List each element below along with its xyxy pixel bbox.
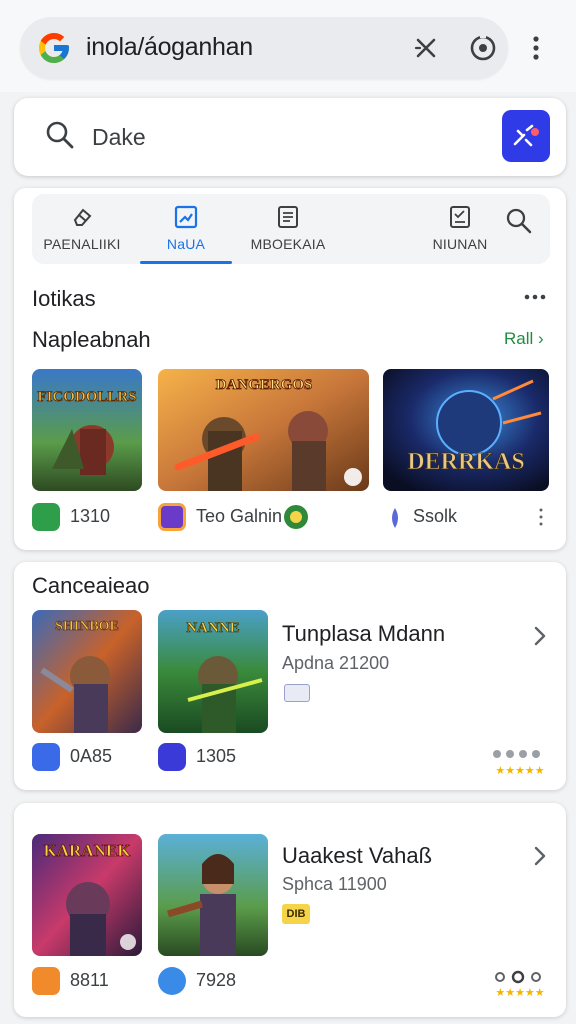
document-icon (278, 206, 298, 228)
tab-label: NaUA (166, 236, 206, 252)
tab-mboekaia[interactable]: MBOEKAIA (238, 194, 338, 264)
app-icon (158, 503, 186, 531)
thumb-title: NANNE (186, 620, 239, 636)
app-icon (32, 503, 60, 531)
address-bar-url[interactable]: inola/áoganhan (86, 33, 253, 62)
search-input[interactable]: Dake (92, 124, 146, 151)
more-vert-icon[interactable] (524, 32, 548, 64)
game-thumbnail[interactable]: FICODOLLRS (32, 369, 142, 491)
app-icon (32, 743, 60, 771)
see-all-label: Rall (504, 329, 534, 348)
google-logo-icon (39, 33, 69, 63)
tab-paenaliiki[interactable]: PAENALIIKI (32, 194, 132, 264)
app-icon (158, 743, 186, 771)
see-all-link[interactable]: Rall › (504, 329, 544, 349)
more-vert-icon[interactable] (536, 506, 546, 528)
game-thumbnail[interactable]: DERRKAS (383, 369, 549, 491)
card-meta-text: Teo Galnin (196, 506, 283, 526)
rating-stars-icon: ★★★★★ (493, 750, 545, 776)
rating-stars-icon: ★★★★★ (495, 970, 545, 998)
card-meta-text: 1310 (70, 506, 111, 526)
result-title[interactable]: Uaakest Vahaß (282, 843, 432, 869)
section-title: Napleabnah (32, 327, 151, 352)
card-meta-text: 8811 (70, 970, 109, 990)
svg-text:★★★★★: ★★★★★ (495, 986, 544, 998)
game-thumbnail[interactable] (158, 834, 268, 956)
card-meta: Ssolk (383, 503, 523, 533)
tab-label: MBOEKAIA (250, 236, 326, 252)
thumb-title: KARANEK (44, 841, 132, 860)
game-thumbnail[interactable]: SHINBOE (32, 610, 142, 733)
app-icon (392, 508, 398, 528)
svg-text:★★★★★: ★★★★★ (495, 764, 544, 776)
result-subtitle: Apdna 21200 (282, 653, 390, 673)
lens-icon[interactable] (466, 31, 500, 65)
panel-heading: Canceaieao (32, 573, 150, 598)
format-badge: DIB (282, 904, 310, 924)
chevron-right-icon[interactable] (530, 624, 550, 648)
game-thumbnail[interactable]: KARANEK (32, 834, 142, 956)
app-icon (158, 967, 186, 995)
format-badge (284, 684, 310, 702)
card-meta: 8811 (32, 967, 142, 997)
ai-assistant-button[interactable] (502, 110, 550, 162)
card-meta: 0A85 (32, 743, 142, 773)
result-title[interactable]: Tunplasa Mdann (282, 621, 445, 647)
app-icon (32, 967, 60, 995)
card-meta-text: 1305 (196, 746, 237, 766)
result-subtitle: Sphca 11900 (282, 874, 387, 894)
badge-icon (284, 505, 308, 529)
card-meta-text: 0A85 (70, 746, 113, 766)
thumb-title: DANGERGOS (216, 377, 313, 393)
sparkle-icon (513, 124, 539, 147)
card-meta: 1310 (32, 503, 142, 533)
game-thumbnail[interactable]: NANNE (158, 610, 268, 733)
search-icon[interactable] (505, 207, 533, 235)
more-horiz-icon[interactable] (522, 287, 548, 307)
game-thumbnail[interactable]: DANGERGOS (158, 369, 369, 491)
card-meta: 1305 (158, 743, 268, 773)
tab-niunan[interactable]: NIUNAN (414, 194, 506, 264)
search-icon (46, 121, 74, 149)
tab-label: PAENALIIKI (43, 236, 121, 252)
tab-label: NIUNAN (432, 236, 488, 252)
close-icon[interactable] (410, 32, 442, 64)
checklist-icon (450, 206, 470, 228)
card-meta-text: Ssolk (413, 506, 458, 526)
panel-heading: Iotikas (32, 286, 96, 311)
image-icon (174, 205, 198, 229)
active-tab-indicator (140, 261, 232, 264)
card-meta-text: 7928 (196, 970, 237, 990)
thumb-title: SHINBOE (55, 619, 119, 634)
tab-naua[interactable]: NaUA (140, 194, 232, 264)
eraser-icon (73, 208, 92, 226)
thumb-title: FICODOLLRS (37, 389, 136, 405)
card-meta: 7928 (158, 967, 268, 997)
chevron-right-icon[interactable] (530, 844, 550, 868)
thumb-title: DERRKAS (407, 449, 524, 475)
